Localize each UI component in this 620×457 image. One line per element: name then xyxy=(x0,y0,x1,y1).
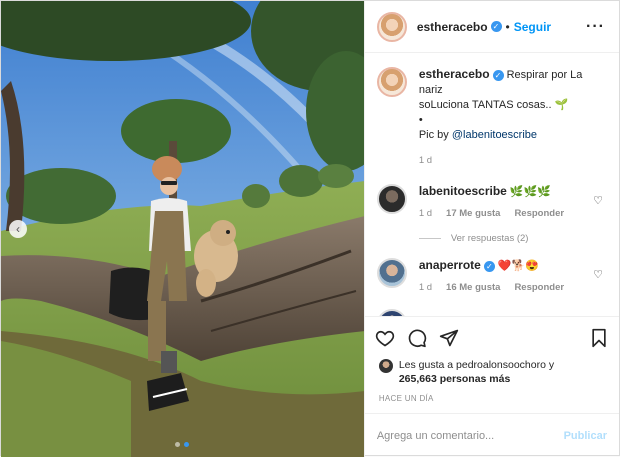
post-header: estheracebo ✓ • Seguir ··· xyxy=(364,1,619,53)
carousel-dots xyxy=(175,442,190,447)
comment-text: 🌿🌿🌿 xyxy=(509,186,552,198)
post-dialog: ‹ estheracebo ✓ • Seguir ··· estheracebo… xyxy=(0,0,620,457)
bookmark-icon[interactable] xyxy=(589,328,609,348)
comment-time[interactable]: 1 d xyxy=(419,206,432,221)
view-replies[interactable]: Ver respuestas (2) xyxy=(418,233,605,244)
caption-text-line2: soLuciona TANTAS cosas.. xyxy=(418,99,552,111)
caption-mention-link[interactable]: @labenitoescribe xyxy=(452,129,537,141)
photo-illustration xyxy=(1,1,364,457)
commenter-username[interactable]: labenitoescribe xyxy=(419,184,507,198)
liker-avatar[interactable] xyxy=(378,359,393,373)
carousel-dot xyxy=(175,442,181,447)
author-username[interactable]: estheracebo xyxy=(417,20,488,34)
commenter-avatar[interactable] xyxy=(376,258,407,288)
heart-outline-icon[interactable]: ♡ xyxy=(593,194,603,207)
verified-badge-icon: ✓ xyxy=(490,21,502,32)
comment-likes[interactable]: 17 Me gusta xyxy=(446,206,500,221)
heart-outline-icon[interactable]: ♡ xyxy=(593,268,603,281)
comment-item: labenitoescribe 🌿🌿🌿 1 d 17 Me gusta Resp… xyxy=(376,184,605,221)
comment-item: julianhargreaves✓ 😘 ♡ xyxy=(376,309,605,316)
comment-icon[interactable] xyxy=(407,328,427,348)
comment-text: ❤️🐕😍 xyxy=(497,260,540,272)
comments-list: estheracebo ✓ Respirar por La nariz soLuc… xyxy=(365,53,619,316)
comment-form: Publicar xyxy=(364,413,619,457)
caption: estheracebo ✓ Respirar por La nariz soLuc… xyxy=(376,67,605,168)
more-horizontal-icon[interactable]: ··· xyxy=(586,18,605,36)
likes-line2[interactable]: 265,663 personas más xyxy=(399,372,554,386)
likes-line1[interactable]: Les gusta a pedroalonsoochoro y xyxy=(399,358,554,372)
reply-button[interactable]: Responder xyxy=(514,280,564,295)
reply-button[interactable]: Responder xyxy=(514,206,564,221)
author-avatar[interactable] xyxy=(376,11,407,42)
verified-badge-icon: ✓ xyxy=(492,69,504,81)
caption-emoji: 🌱 xyxy=(554,99,569,111)
comment-item: anaperrote ✓ ❤️🐕😍 1 d 16 Me gusta Respond… xyxy=(376,258,605,295)
caption-time[interactable]: 1 d xyxy=(419,153,432,168)
heart-icon[interactable] xyxy=(375,328,395,348)
separator-dot: • xyxy=(505,19,510,34)
commenter-avatar[interactable] xyxy=(376,309,407,316)
commenter-username[interactable]: julianhargreaves xyxy=(419,315,514,316)
follow-button[interactable]: Seguir xyxy=(514,20,551,34)
carousel-prev-button[interactable]: ‹ xyxy=(9,220,27,238)
post-photo[interactable]: ‹ xyxy=(1,1,364,457)
post-actions xyxy=(364,316,619,358)
caption-pic-by: Pic by xyxy=(418,129,449,141)
verified-badge-icon: ✓ xyxy=(483,260,495,272)
likes-summary: Les gusta a pedroalonsoochoro y 265,663 … xyxy=(365,358,619,386)
commenter-avatar[interactable] xyxy=(376,184,407,214)
commenter-username[interactable]: anaperrote xyxy=(419,258,481,272)
comment-likes[interactable]: 16 Me gusta xyxy=(446,280,500,295)
view-replies-label[interactable]: Ver respuestas (2) xyxy=(451,233,529,244)
replies-line xyxy=(418,238,441,239)
carousel-dot-active xyxy=(184,442,190,447)
post-timestamp[interactable]: HACE UN DÍA xyxy=(365,386,619,413)
chevron-left-icon: ‹ xyxy=(16,222,20,236)
caption-username[interactable]: estheracebo xyxy=(419,67,490,81)
share-icon[interactable] xyxy=(439,328,459,348)
comment-time[interactable]: 1 d xyxy=(419,280,432,295)
comment-input[interactable] xyxy=(376,429,564,442)
caption-avatar[interactable] xyxy=(376,67,407,97)
publish-button[interactable]: Publicar xyxy=(564,430,607,442)
caption-bullet: • xyxy=(418,114,423,126)
post-sidebar: estheracebo ✓ • Seguir ··· estheracebo ✓ … xyxy=(363,1,619,457)
